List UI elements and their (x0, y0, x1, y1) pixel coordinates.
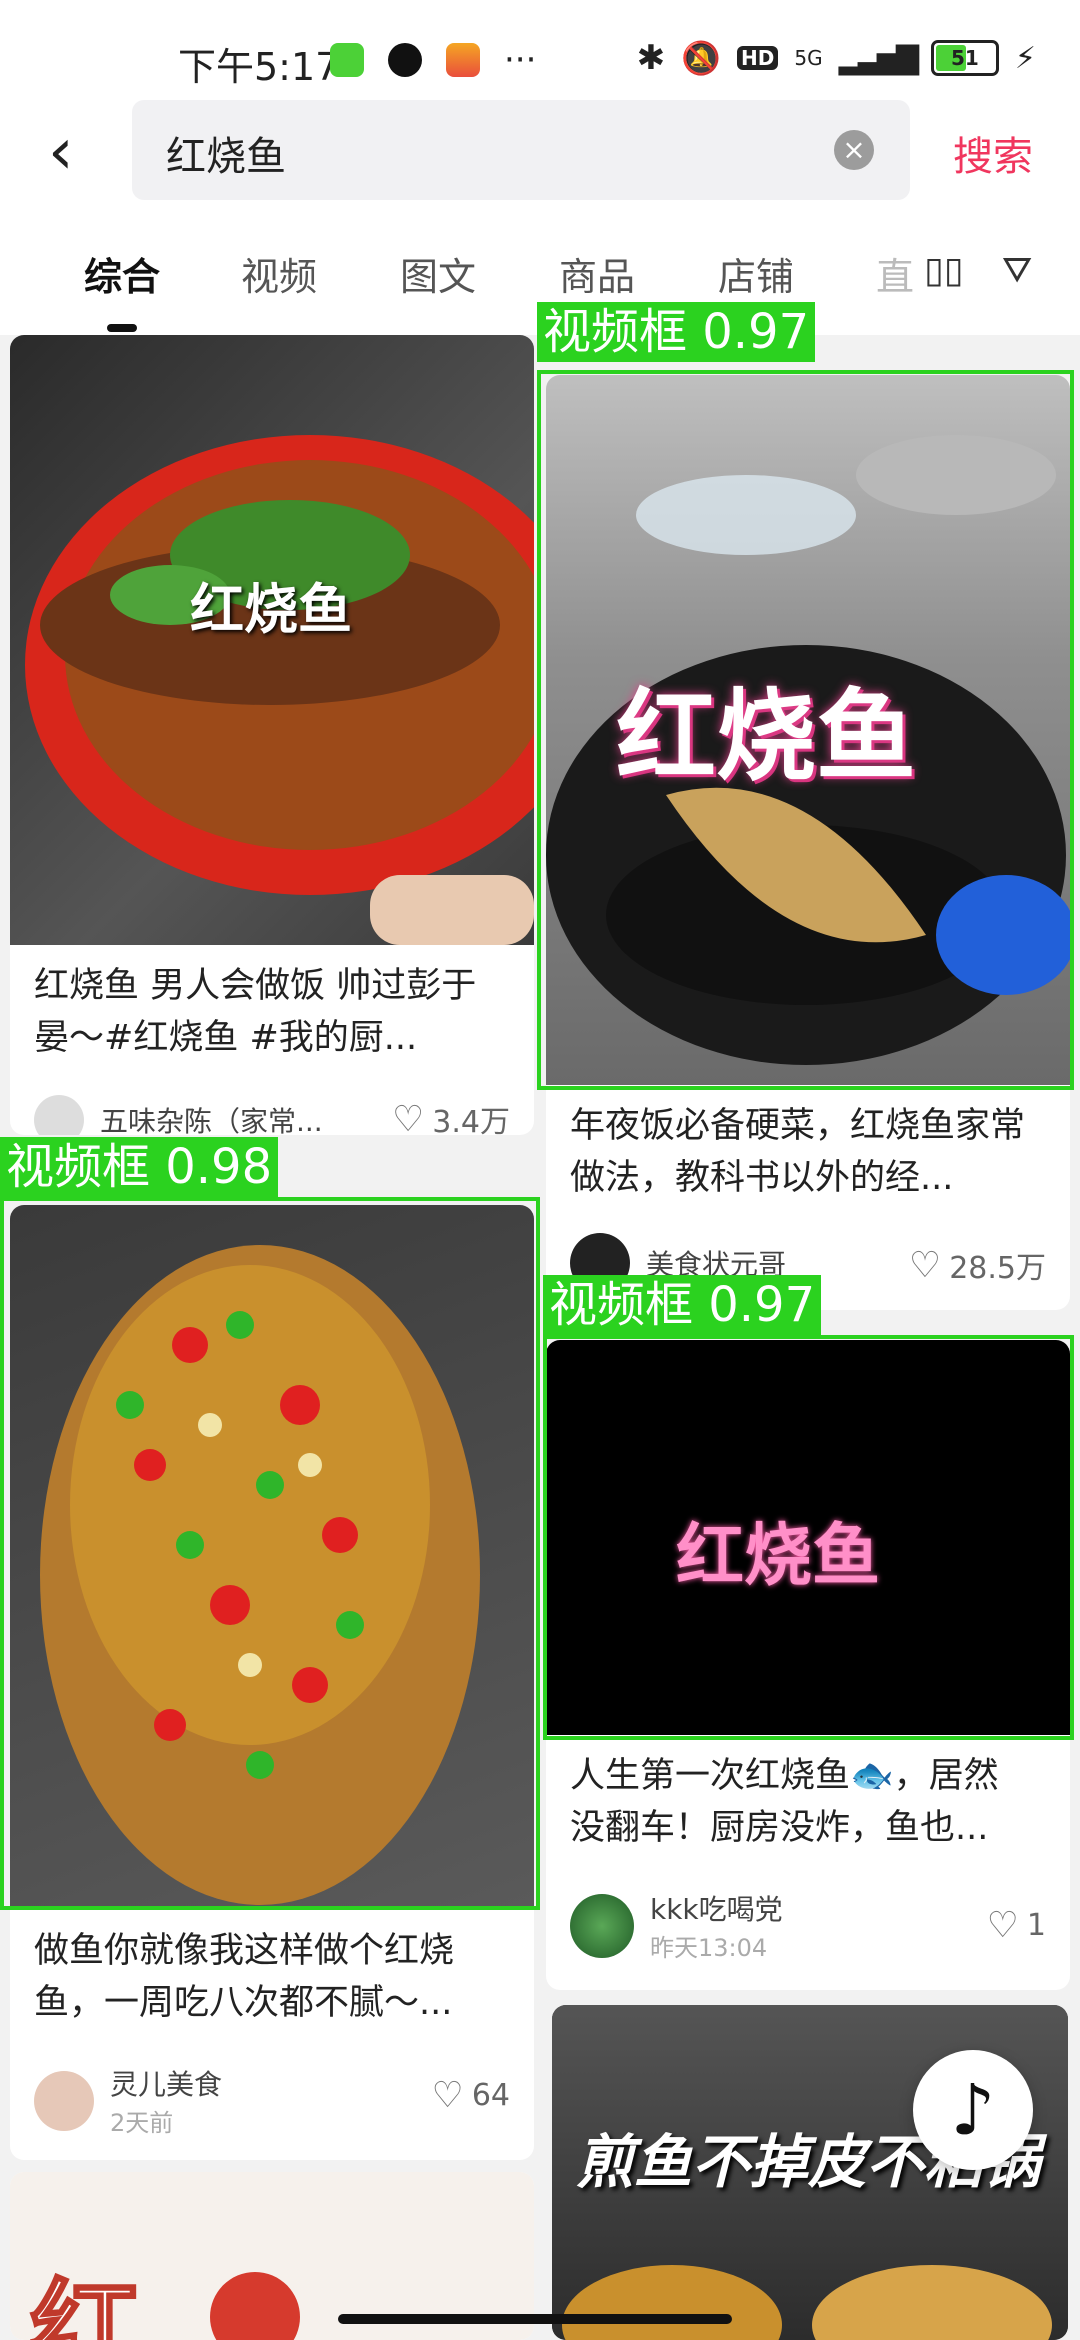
heart-icon[interactable]: ♡ (987, 1905, 1019, 1946)
card-title[interactable]: 年夜饭必备硬菜，红烧鱼家常做法，教科书以外的经... (570, 1100, 1030, 1204)
author-row[interactable]: 灵儿美食 2天前 (34, 2063, 222, 2138)
search-query[interactable]: 红烧鱼 (166, 124, 286, 182)
thumbnail-caption: 红 (29, 2267, 142, 2340)
seal-mark (210, 2272, 300, 2340)
dish-image (40, 1245, 480, 1905)
mute-icon: 🔕 (681, 39, 722, 77)
video-thumbnail[interactable] (10, 1205, 534, 1910)
hd-badge: HD (737, 46, 779, 70)
result-card[interactable]: 红烧鱼 人生第一次红烧鱼🐟，居然没翻车！厨房没炸，鱼也... kkk吃喝党 昨天… (546, 1340, 1070, 1990)
like-value: 3.4万 (432, 1105, 510, 1135)
back-arrow-icon[interactable]: ‹ (48, 120, 108, 184)
author-row[interactable]: 五味杂陈（家常... (34, 1095, 323, 1135)
detection-label: 视频框 0.97 (543, 1275, 822, 1335)
tab-products[interactable]: 商品 (559, 246, 635, 301)
notification-icons: ··· (330, 40, 536, 80)
wechat-icon (330, 43, 364, 77)
more-notifications-icon: ··· (504, 40, 537, 80)
thumbnail-caption: 红烧鱼 (190, 578, 352, 641)
author-name[interactable]: 五味杂陈（家常... (100, 1100, 323, 1135)
bluetooth-icon: ✱ (636, 38, 666, 78)
58-app-icon (446, 43, 480, 77)
network-label: 5G (794, 46, 823, 70)
avatar[interactable] (570, 1893, 634, 1958)
like-count[interactable]: ♡ 28.5万 (909, 1243, 1046, 1287)
home-indicator[interactable] (338, 2314, 732, 2324)
heart-icon[interactable]: ♡ (909, 1245, 941, 1286)
layout-toggle-icon[interactable]: ▯▯ (924, 250, 964, 291)
like-value: 1 (1026, 1908, 1046, 1943)
card-title[interactable]: 做鱼你就像我这样做个红烧鱼，一周吃八次都不腻～... (34, 1925, 494, 2029)
avatar[interactable] (34, 2070, 94, 2131)
clear-search-icon[interactable]: × (834, 130, 874, 170)
heart-icon[interactable]: ♡ (432, 2075, 464, 2116)
status-time: 下午5:17 (178, 45, 340, 89)
thumbnail-caption: 红烧鱼 (676, 1517, 881, 1596)
post-time: 2天前 (110, 2109, 174, 2137)
video-thumbnail[interactable]: 红烧鱼 (546, 1340, 1070, 1735)
qq-icon (388, 43, 422, 77)
charging-icon: ⚡ (1014, 40, 1036, 76)
status-right: ✱ 🔕 HD 5G ▂▃▅▇ 51 ⚡ (637, 38, 1036, 78)
post-time: 昨天13:04 (650, 1934, 768, 1962)
douyin-float-button[interactable]: ♪ (913, 2050, 1033, 2170)
card-title[interactable]: 人生第一次红烧鱼🐟，居然没翻车！厨房没炸，鱼也... (570, 1750, 1030, 1854)
tab-stores[interactable]: 店铺 (718, 246, 794, 301)
card-title[interactable]: 红烧鱼 男人会做饭 帅过彭于晏～#红烧鱼 #我的厨... (34, 960, 494, 1064)
search-header: ‹ 红烧鱼 × 搜索 (0, 100, 1080, 220)
thumbnail-caption: 红烧鱼 (616, 678, 916, 795)
author-row[interactable]: kkk吃喝党 昨天13:04 (570, 1888, 783, 1963)
heart-icon[interactable]: ♡ (392, 1099, 424, 1136)
author-name[interactable]: 灵儿美食 (110, 2068, 222, 2101)
search-input[interactable]: 红烧鱼 × (132, 100, 910, 200)
battery-icon: 51 (930, 40, 999, 76)
result-card[interactable]: 做鱼你就像我这样做个红烧鱼，一周吃八次都不腻～... 灵儿美食 2天前 ♡ 64 (10, 1205, 534, 2160)
like-count[interactable]: ♡ 1 (987, 1905, 1046, 1946)
search-button[interactable]: 搜索 (953, 124, 1033, 182)
like-value: 28.5万 (949, 1251, 1046, 1286)
video-thumbnail[interactable]: 红烧鱼 (546, 375, 1070, 1085)
tab-video[interactable]: 视频 (241, 246, 317, 301)
avatar[interactable] (34, 1095, 84, 1135)
detection-label: 视频框 0.97 (537, 302, 816, 362)
detection-label: 视频框 0.98 (0, 1137, 279, 1197)
like-count[interactable]: ♡ 64 (432, 2075, 510, 2116)
tab-more[interactable]: 直 (876, 246, 914, 301)
filter-icon[interactable]: ⛛ (1002, 250, 1032, 292)
like-value: 64 (471, 2078, 510, 2113)
result-card[interactable]: 红烧鱼 红烧鱼 男人会做饭 帅过彭于晏～#红烧鱼 #我的厨... 五味杂陈（家常… (10, 335, 534, 1135)
video-thumbnail[interactable]: 红烧鱼 (10, 335, 534, 945)
signal-icon: ▂▃▅▇ (838, 40, 919, 76)
tab-comprehensive[interactable]: 综合 (84, 246, 160, 301)
active-tab-indicator (107, 324, 137, 332)
battery-level: 51 (951, 46, 979, 70)
like-count[interactable]: ♡ 3.4万 (392, 1097, 510, 1136)
author-name[interactable]: kkk吃喝党 (650, 1893, 783, 1926)
tab-image-text[interactable]: 图文 (400, 246, 476, 301)
result-card[interactable]: 红烧鱼 年夜饭必备硬菜，红烧鱼家常做法，教科书以外的经... 美食状元哥 ♡ 2… (546, 375, 1070, 1310)
